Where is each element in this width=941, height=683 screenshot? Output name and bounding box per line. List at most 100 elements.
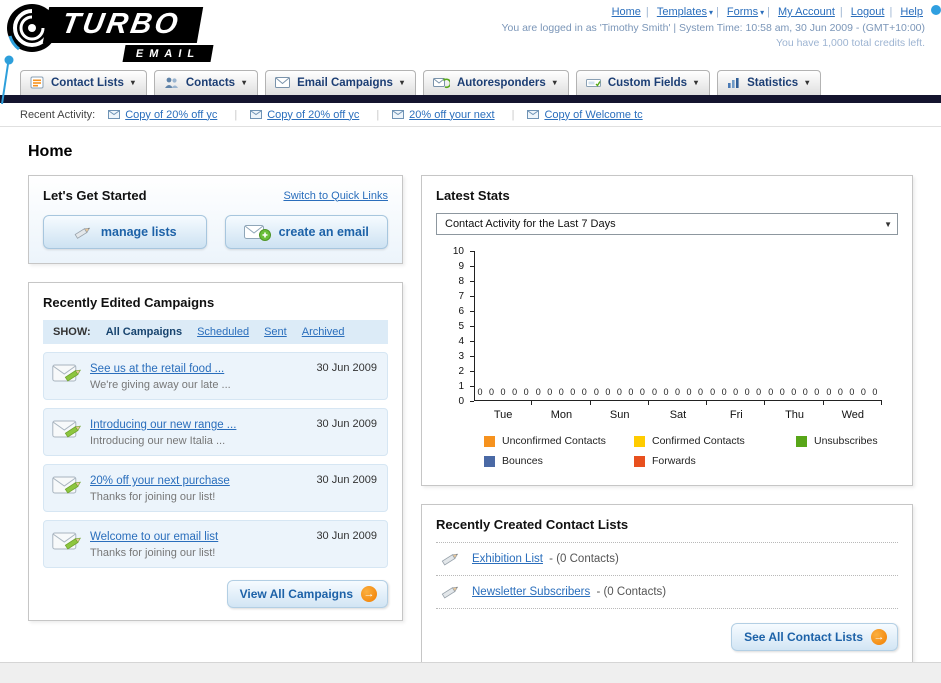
contact-list-link[interactable]: Newsletter Subscribers [472, 586, 590, 598]
recent-activity-link[interactable]: Copy of 20% off yc [267, 109, 359, 121]
nav-link-help[interactable]: Help [900, 6, 923, 18]
manage-lists-button[interactable]: manage lists [43, 215, 207, 249]
nav-link-my-account[interactable]: My Account [778, 6, 835, 18]
header-top-right: Home | Templates ▾ | Forms ▾ | My Account | Lo… [501, 6, 925, 49]
get-started-title: Let's Get Started [43, 188, 147, 203]
chart-y-tick-label: 4 [458, 336, 464, 347]
manage-lists-label: manage lists [100, 225, 177, 239]
legend-label: Bounces [502, 455, 543, 467]
nav-tab-label: Statistics [747, 76, 799, 89]
campaign-title-link[interactable]: 20% off your next purchase [90, 475, 230, 487]
link-separator: | [889, 6, 893, 18]
chart-y-tick-label: 9 [458, 261, 464, 272]
chart-value-label: 0 0 0 0 0 [710, 387, 764, 397]
credits-info: You have 1,000 total credits left. [775, 37, 925, 49]
nav-link-forms[interactable]: Forms [727, 6, 758, 18]
legend-label: Unsubscribes [814, 435, 878, 447]
header: TURBO EMAIL Home | Templates ▾ | Forms ▾ | My… [0, 0, 941, 105]
logo-subtitle: EMAIL [134, 48, 202, 60]
nav-tab-custom-fields[interactable]: Custom Fields ▾ [575, 70, 711, 95]
envelope-icon [108, 110, 121, 119]
create-email-button[interactable]: create an email [224, 215, 388, 249]
link-separator: | [767, 6, 770, 18]
nav-tab-label: Contact Lists [51, 76, 124, 89]
contact-list-item: Newsletter Subscribers - (0 Contacts) [436, 575, 898, 609]
recent-campaigns-panel: Recently Edited Campaigns SHOW: All Camp… [28, 282, 403, 621]
chart-value-label: 0 0 0 0 0 [477, 387, 531, 397]
chart-value-label: 0 0 0 0 0 [593, 387, 647, 397]
campaign-subtitle: Introducing our new Italia ... [90, 435, 226, 447]
recent-activity-link[interactable]: 20% off your next [409, 109, 494, 121]
chart-value-label: 0 0 0 0 0 [826, 387, 880, 397]
top-nav-links: Home | Templates ▾ | Forms ▾ | My Account | Lo… [501, 6, 925, 18]
chart-x-label: Tue [493, 409, 513, 421]
campaign-subtitle: Thanks for joining our list! [90, 491, 216, 503]
tab-scheduled[interactable]: Scheduled [197, 326, 249, 338]
chart-x-ticks [474, 401, 882, 405]
nav-link-logout[interactable]: Logout [851, 6, 885, 18]
campaign-title-link[interactable]: Welcome to our email list [90, 531, 218, 543]
pencil-icon [74, 227, 91, 239]
chart-x-tick-mark [824, 401, 882, 405]
recent-activity-label: Recent Activity: [20, 108, 96, 121]
logo-title: TURBO [59, 8, 184, 40]
custom-fields-icon [585, 79, 601, 87]
tab-archived[interactable]: Archived [302, 326, 345, 338]
stats-activity-dropdown[interactable]: Contact Activity for the Last 7 Days ▼ [436, 213, 898, 235]
nav-link-home[interactable]: Home [612, 6, 641, 18]
contact-lists-icon [30, 76, 44, 89]
envelope-pencil-icon [52, 364, 81, 382]
nav-tab-autoresponders[interactable]: Autoresponders ▾ [422, 70, 569, 95]
latest-stats-title: Latest Stats [436, 188, 510, 203]
nav-tab-contacts[interactable]: Contacts ▾ [153, 70, 259, 95]
campaign-list-item: Introducing our new range ... Introducin… [43, 408, 388, 456]
envelope-plus-icon [243, 225, 271, 241]
nav-tab-contact-lists[interactable]: Contact Lists ▾ [20, 70, 147, 95]
contacts-icon [164, 77, 178, 88]
campaign-list-item: See us at the retail food ... We're givi… [43, 352, 388, 400]
create-email-label: create an email [278, 225, 369, 239]
logo-callout-line [1, 55, 14, 105]
nav-link-templates[interactable]: Templates [657, 6, 707, 18]
contact-list-link[interactable]: Exhibition List [472, 553, 543, 565]
chart-y-tick-label: 3 [458, 351, 464, 362]
legend-swatch [796, 435, 807, 447]
recent-activity-item: Copy of Welcome tc [527, 109, 643, 121]
legend-swatch [484, 435, 495, 447]
chart-y-tick-label: 8 [458, 276, 464, 287]
see-all-contact-lists-button[interactable]: See All Contact Lists → [731, 623, 898, 651]
view-all-campaigns-button[interactable]: View All Campaigns → [226, 580, 388, 608]
chart-x-label: Sat [669, 409, 687, 421]
app-logo[interactable]: TURBO EMAIL [6, 3, 214, 62]
nav-tab-email-campaigns[interactable]: Email Campaigns ▾ [265, 70, 416, 95]
chart-y-axis: 0 1 2 3 4 5 6 7 8 9 10 [436, 245, 474, 417]
recent-activity-link[interactable]: Copy of 20% off yc [125, 109, 217, 121]
campaigns-filter-tabs: SHOW: All Campaigns Scheduled Sent Archi… [43, 320, 388, 344]
nav-tab-statistics[interactable]: Statistics ▾ [717, 70, 822, 95]
recent-activity-bar: Recent Activity: Copy of 20% off yc Copy… [0, 103, 941, 127]
campaign-date: 30 Jun 2009 [316, 530, 377, 542]
view-all-campaigns-label: View All Campaigns [239, 587, 353, 601]
legend-swatch [634, 435, 645, 447]
chart-value-labels: 0 0 0 0 0 0 0 0 0 0 0 0 0 0 0 0 0 0 0 0 0 0 … [475, 387, 882, 397]
switch-quick-links-link[interactable]: Switch to Quick Links [283, 190, 388, 202]
chart-value-label: 0 0 0 0 0 [768, 387, 822, 397]
autoresponders-icon [432, 77, 450, 88]
corner-dot [931, 5, 941, 15]
chart-y-tick-label: 2 [458, 366, 464, 377]
tab-all-campaigns[interactable]: All Campaigns [106, 326, 182, 338]
see-all-contact-lists-label: See All Contact Lists [744, 630, 863, 644]
chart-legend: Unconfirmed Contacts Confirmed Contacts Un… [484, 435, 892, 467]
campaign-title-link[interactable]: See us at the retail food ... [90, 363, 224, 375]
campaign-title-link[interactable]: Introducing our new range ... [90, 419, 236, 431]
link-separator: | [839, 6, 843, 18]
chevron-down-icon: ▾ [708, 8, 713, 17]
recent-activity-link[interactable]: Copy of Welcome tc [544, 109, 642, 121]
show-label: SHOW: [53, 326, 91, 338]
chevron-down-icon: ▾ [552, 78, 557, 87]
campaign-date: 30 Jun 2009 [316, 418, 377, 430]
chart-y-tick-label: 0 [458, 396, 464, 407]
chart-x-tick-mark [765, 401, 824, 405]
tab-sent[interactable]: Sent [264, 326, 287, 338]
pencil-icon [441, 553, 459, 566]
